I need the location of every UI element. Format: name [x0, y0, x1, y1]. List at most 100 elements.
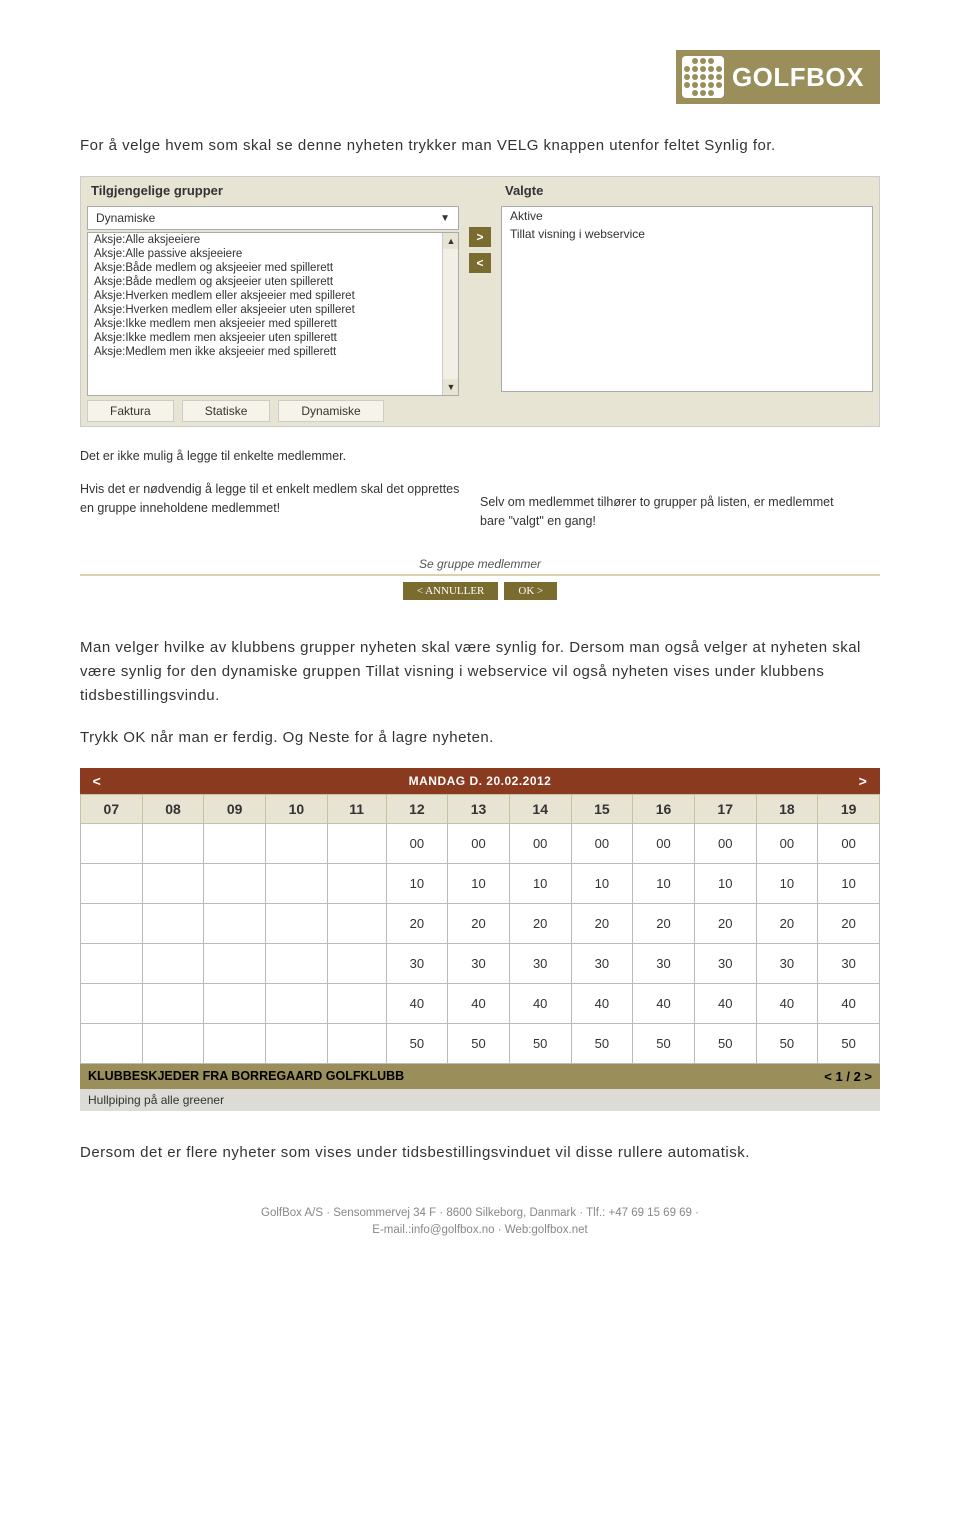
time-slot[interactable]: 20: [756, 903, 818, 943]
tab-statiske[interactable]: Statiske: [182, 400, 271, 422]
list-item[interactable]: Aktive: [502, 207, 872, 225]
schedule-widget: < MANDAG D. 20.02.2012 > 070809101112131…: [80, 768, 880, 1111]
time-slot[interactable]: 10: [756, 863, 818, 903]
list-item[interactable]: Aksje:Hverken medlem eller aksjeeier ute…: [88, 303, 458, 317]
move-left-button[interactable]: <: [469, 253, 491, 273]
time-slot[interactable]: 30: [694, 943, 756, 983]
time-slot[interactable]: 20: [386, 903, 448, 943]
time-slot[interactable]: 20: [818, 903, 880, 943]
hour-header: 08: [142, 794, 204, 823]
list-item[interactable]: Aksje:Ikke medlem men aksjeeier med spil…: [88, 317, 458, 331]
next-day-button[interactable]: >: [850, 768, 876, 794]
time-slot[interactable]: 10: [571, 863, 633, 903]
time-slot[interactable]: 10: [818, 863, 880, 903]
time-slot[interactable]: 50: [509, 1023, 571, 1063]
time-slot[interactable]: 00: [448, 823, 510, 863]
move-right-button[interactable]: >: [469, 227, 491, 247]
table-row: 1010101010101010: [81, 863, 880, 903]
list-item[interactable]: Aksje:Hverken medlem eller aksjeeier med…: [88, 289, 458, 303]
scroll-down-icon[interactable]: ▼: [443, 379, 459, 395]
time-slot[interactable]: 00: [756, 823, 818, 863]
time-slot[interactable]: 30: [633, 943, 695, 983]
time-slot[interactable]: 40: [509, 983, 571, 1023]
time-slot[interactable]: 00: [818, 823, 880, 863]
time-slot[interactable]: 40: [694, 983, 756, 1023]
time-slot[interactable]: 10: [694, 863, 756, 903]
time-slot: [81, 1023, 143, 1063]
time-slot: [327, 823, 386, 863]
hour-header: 16: [633, 794, 695, 823]
time-slot[interactable]: 40: [756, 983, 818, 1023]
paragraph-3: Trykk OK når man er ferdig. Og Neste for…: [80, 726, 880, 750]
schedule-date: MANDAG D. 20.02.2012: [409, 774, 552, 788]
time-slot[interactable]: 00: [571, 823, 633, 863]
selected-groups-header: Valgte: [495, 177, 879, 204]
time-slot[interactable]: 30: [386, 943, 448, 983]
time-slot[interactable]: 20: [448, 903, 510, 943]
list-item[interactable]: Aksje:Alle aksjeeiere: [88, 233, 458, 247]
time-slot: [266, 943, 328, 983]
time-slot[interactable]: 40: [818, 983, 880, 1023]
time-slot: [81, 903, 143, 943]
hour-header: 17: [694, 794, 756, 823]
list-item[interactable]: Aksje:Alle passive aksjeeiere: [88, 247, 458, 261]
list-item[interactable]: Aksje:Medlem men ikke aksjeeier med spil…: [88, 345, 458, 359]
cancel-button[interactable]: < ANNULLER: [403, 582, 499, 600]
time-slot[interactable]: 20: [694, 903, 756, 943]
club-messages-header: KLUBBESKJEDER FRA BORREGAARD GOLFKLUBB <…: [80, 1064, 880, 1089]
time-slot[interactable]: 20: [633, 903, 695, 943]
list-item[interactable]: Aksje:Ikke medlem men aksjeeier uten spi…: [88, 331, 458, 345]
time-slot[interactable]: 30: [448, 943, 510, 983]
time-slot[interactable]: 10: [448, 863, 510, 903]
prev-day-button[interactable]: <: [84, 768, 110, 794]
time-slot[interactable]: 20: [509, 903, 571, 943]
time-slot: [266, 903, 328, 943]
time-slot[interactable]: 00: [386, 823, 448, 863]
list-item[interactable]: Aksje:Både medlem og aksjeeier med spill…: [88, 261, 458, 275]
time-slot[interactable]: 00: [633, 823, 695, 863]
group-type-select[interactable]: Dynamiske ▼: [87, 206, 459, 230]
time-slot[interactable]: 50: [448, 1023, 510, 1063]
selected-groups-list[interactable]: Aktive Tillat visning i webservice: [501, 206, 873, 392]
scroll-up-icon[interactable]: ▲: [443, 233, 459, 249]
group-tabs: Faktura Statiske Dynamiske: [81, 396, 465, 426]
time-slot: [204, 863, 266, 903]
time-slot[interactable]: 20: [571, 903, 633, 943]
time-slot[interactable]: 40: [633, 983, 695, 1023]
scrollbar[interactable]: ▲ ▼: [442, 233, 458, 395]
club-messages-pager[interactable]: < 1 / 2 >: [824, 1069, 872, 1084]
see-members-link[interactable]: Se gruppe medlemmer: [80, 551, 880, 576]
time-slot[interactable]: 30: [509, 943, 571, 983]
time-slot[interactable]: 00: [509, 823, 571, 863]
time-slot: [142, 1023, 204, 1063]
time-slot[interactable]: 10: [633, 863, 695, 903]
time-slot[interactable]: 30: [571, 943, 633, 983]
time-slot: [266, 1023, 328, 1063]
time-slot[interactable]: 00: [694, 823, 756, 863]
available-groups-list[interactable]: Aksje:Alle aksjeeiere Aksje:Alle passive…: [87, 232, 459, 396]
time-slot[interactable]: 50: [633, 1023, 695, 1063]
time-slot[interactable]: 50: [756, 1023, 818, 1063]
time-slot: [81, 823, 143, 863]
time-slot: [142, 903, 204, 943]
note-1: Det er ikke mulig å legge til enkelte me…: [80, 447, 460, 466]
ok-button[interactable]: OK >: [504, 582, 557, 600]
list-item[interactable]: Aksje:Både medlem og aksjeeier uten spil…: [88, 275, 458, 289]
time-slot: [327, 983, 386, 1023]
time-slot[interactable]: 40: [448, 983, 510, 1023]
time-slot[interactable]: 10: [386, 863, 448, 903]
time-slot[interactable]: 50: [386, 1023, 448, 1063]
time-slot[interactable]: 30: [756, 943, 818, 983]
time-slot[interactable]: 50: [818, 1023, 880, 1063]
time-slot: [266, 823, 328, 863]
time-slot[interactable]: 50: [694, 1023, 756, 1063]
club-message: Hullpiping på alle greener: [80, 1089, 880, 1111]
time-slot[interactable]: 40: [571, 983, 633, 1023]
time-slot[interactable]: 10: [509, 863, 571, 903]
time-slot[interactable]: 40: [386, 983, 448, 1023]
tab-faktura[interactable]: Faktura: [87, 400, 174, 422]
list-item[interactable]: Tillat visning i webservice: [502, 225, 872, 243]
time-slot[interactable]: 30: [818, 943, 880, 983]
tab-dynamiske[interactable]: Dynamiske: [278, 400, 383, 422]
time-slot[interactable]: 50: [571, 1023, 633, 1063]
